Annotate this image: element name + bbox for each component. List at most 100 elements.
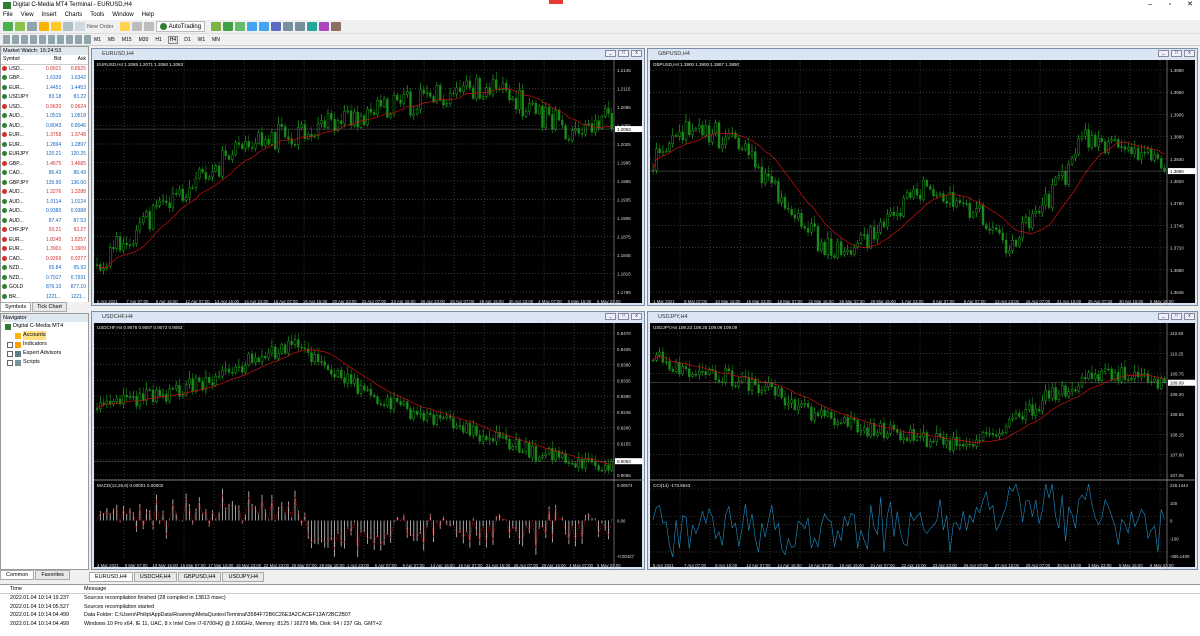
- minimize-icon[interactable]: _: [605, 313, 616, 320]
- metaeditor-icon[interactable]: [119, 22, 130, 31]
- profiles-icon[interactable]: [15, 22, 25, 31]
- col-bid[interactable]: Bid: [38, 55, 64, 65]
- equidistant-channel-icon[interactable]: [48, 35, 55, 44]
- close-icon[interactable]: ✕: [1180, 0, 1200, 10]
- tab-favorites[interactable]: Favorites: [35, 570, 70, 580]
- menu-charts[interactable]: Charts: [65, 12, 83, 18]
- tf-m1[interactable]: M1: [93, 37, 102, 43]
- maximize-icon[interactable]: □: [1171, 313, 1182, 320]
- market-watch-row[interactable]: USD... 0.8921 0.8925: [1, 64, 88, 74]
- tester-icon[interactable]: [75, 22, 85, 31]
- fibonacci-icon[interactable]: [57, 35, 64, 44]
- indicators-icon[interactable]: [307, 22, 318, 31]
- market-watch-row[interactable]: NZD... 65.84 65.92: [1, 264, 88, 274]
- maximize-icon[interactable]: ▫: [1160, 0, 1180, 10]
- market-watch-row[interactable]: EUR... 1.8245 1.8257: [1, 235, 88, 245]
- autotrading-button[interactable]: AutoTrading: [155, 21, 206, 32]
- cursor-icon[interactable]: [3, 35, 10, 44]
- menu-file[interactable]: File: [3, 12, 13, 18]
- tf-h1[interactable]: H1: [154, 37, 162, 43]
- zoom-in-icon[interactable]: [247, 22, 258, 31]
- nav-expert-advisors[interactable]: Expert Advisors: [1, 349, 88, 358]
- market-watch-row[interactable]: EUR... 1.2894 1.2897: [1, 140, 88, 150]
- market-watch-row[interactable]: NZD... 0.7917 0.7931: [1, 273, 88, 283]
- chart-window-usdchf[interactable]: USDCHF,H4 _ □ x 0.9470 0.9425 0.9380 0.9335 0.9…: [91, 311, 645, 570]
- line-chart-icon[interactable]: [235, 22, 246, 31]
- market-watch-row[interactable]: AUD... 0.9380 0.9388: [1, 207, 88, 217]
- col-symbol[interactable]: Symbol: [1, 55, 39, 65]
- journal-row[interactable]: 2022.01.04 10:14:05.527 Sources recompila…: [0, 603, 1200, 612]
- market-watch-row[interactable]: CAD... 0.9269 0.9277: [1, 254, 88, 264]
- crosshair-icon[interactable]: [12, 35, 19, 44]
- tf-h4[interactable]: H4: [167, 35, 179, 44]
- tab-symbols[interactable]: Symbols: [0, 302, 32, 312]
- arrows-icon[interactable]: [84, 35, 91, 44]
- tf-m5[interactable]: M5: [107, 37, 116, 43]
- menu-insert[interactable]: Insert: [42, 12, 57, 18]
- new-chart-icon[interactable]: [3, 22, 13, 31]
- vertical-line-icon[interactable]: [21, 35, 28, 44]
- horizontal-line-icon[interactable]: [30, 35, 37, 44]
- market-watch-icon[interactable]: [27, 22, 37, 31]
- col-time[interactable]: Time: [0, 585, 84, 593]
- maximize-icon[interactable]: □: [618, 313, 629, 320]
- tile-windows-icon[interactable]: [271, 22, 282, 31]
- tf-w1[interactable]: W1: [197, 37, 207, 43]
- text-label-icon[interactable]: [75, 35, 82, 44]
- chart-window-usdjpy[interactable]: USDJPY,H4 _ □ x 110.60 110.25 109.75 109.20 108…: [647, 311, 1198, 570]
- text-icon[interactable]: [66, 35, 73, 44]
- trendline-icon[interactable]: [39, 35, 46, 44]
- tf-m15[interactable]: M15: [121, 37, 133, 43]
- tab-usdjpy[interactable]: USDJPY,H4: [222, 572, 265, 582]
- market-watch-row[interactable]: GBP... 1.4675 1.4685: [1, 159, 88, 169]
- tab-common[interactable]: Common: [0, 570, 35, 580]
- market-watch-row[interactable]: AUD... 1.0114 1.0124: [1, 197, 88, 207]
- journal-row[interactable]: 2022.01.04 10:14:19.237 Sources recompila…: [0, 594, 1200, 603]
- bar-chart-icon[interactable]: [211, 22, 222, 31]
- tf-m30[interactable]: M30: [138, 37, 150, 43]
- tab-eurusd[interactable]: EURUSD,H4: [89, 572, 133, 582]
- chart-shift-icon[interactable]: [295, 22, 306, 31]
- menu-tools[interactable]: Tools: [90, 12, 104, 18]
- tf-mn[interactable]: MN: [211, 37, 221, 43]
- tf-d1[interactable]: D1: [183, 37, 191, 43]
- periods-icon[interactable]: [319, 22, 330, 31]
- settings-icon[interactable]: [143, 22, 154, 31]
- market-watch-row[interactable]: EUR... 1.3901 1.3909: [1, 245, 88, 255]
- market-watch-row[interactable]: GBPJPY 135.90 136.00: [1, 178, 88, 188]
- templates-icon[interactable]: [331, 22, 342, 31]
- nav-indicators[interactable]: Indicators: [1, 340, 88, 349]
- market-watch-row[interactable]: GBP... 1.6339 1.6342: [1, 74, 88, 84]
- tab-tick-chart[interactable]: Tick Chart: [32, 302, 67, 312]
- market-watch-row[interactable]: USD... 0.9620 0.9624: [1, 102, 88, 112]
- col-message[interactable]: Message: [84, 585, 1200, 593]
- market-watch-row[interactable]: AUD... 1.3276 1.3288: [1, 188, 88, 198]
- market-watch-row[interactable]: CHFJPY 93.21 93.27: [1, 226, 88, 236]
- market-watch-row[interactable]: GOLD 876.10 877.10: [1, 283, 88, 293]
- col-ask[interactable]: Ask: [63, 55, 88, 65]
- nav-accounts[interactable]: Accounts: [1, 331, 88, 340]
- chart-canvas[interactable]: 110.60 110.25 109.75 109.20 108.65 108.15 107.…: [650, 323, 1197, 569]
- auto-scroll-icon[interactable]: [283, 22, 294, 31]
- market-watch-row[interactable]: CAD... 86.43 86.49: [1, 169, 88, 179]
- tab-usdchf[interactable]: USDCHF,H4: [133, 572, 177, 582]
- menu-help[interactable]: Help: [142, 12, 154, 18]
- market-watch-row[interactable]: USDJPY 83.18 83.22: [1, 93, 88, 103]
- close-icon[interactable]: x: [631, 50, 642, 57]
- market-watch-row[interactable]: EUR... 1.4451 1.4453: [1, 83, 88, 93]
- market-watch-row[interactable]: EUR... 1.3758 1.3748: [1, 131, 88, 141]
- market-watch-row[interactable]: BR... 1221... 1221...: [1, 292, 88, 302]
- maximize-icon[interactable]: □: [618, 50, 629, 57]
- menu-view[interactable]: View: [21, 12, 34, 18]
- journal-row[interactable]: 2022.01.04 10:14:04.499 Windows 10 Pro x6…: [0, 620, 1200, 629]
- zoom-out-icon[interactable]: [259, 22, 270, 31]
- chart-canvas[interactable]: 1.3990 1.3950 1.3905 1.3880 1.3840 1.3820 1.37…: [650, 60, 1196, 305]
- market-watch-row[interactable]: AUD... 1.0515 1.0518: [1, 112, 88, 122]
- minimize-icon[interactable]: _: [1158, 50, 1169, 57]
- chart-canvas[interactable]: 0.9470 0.9425 0.9380 0.9335 0.9290 0.9245 0.92…: [94, 323, 644, 569]
- chart-canvas[interactable]: 1.2145 1.2115 1.2085 1.2055 1.2025 1.1995 1.19…: [94, 60, 643, 305]
- chart-window-gbpusd[interactable]: GBPUSD,H4 _ □ x 1.3990 1.3950 1.3905 1.3880 1.3…: [647, 48, 1198, 306]
- market-watch-row[interactable]: EURJPY 120.21 120.25: [1, 150, 88, 160]
- navigator-icon[interactable]: [51, 22, 61, 31]
- nav-scripts[interactable]: Scripts: [1, 358, 88, 367]
